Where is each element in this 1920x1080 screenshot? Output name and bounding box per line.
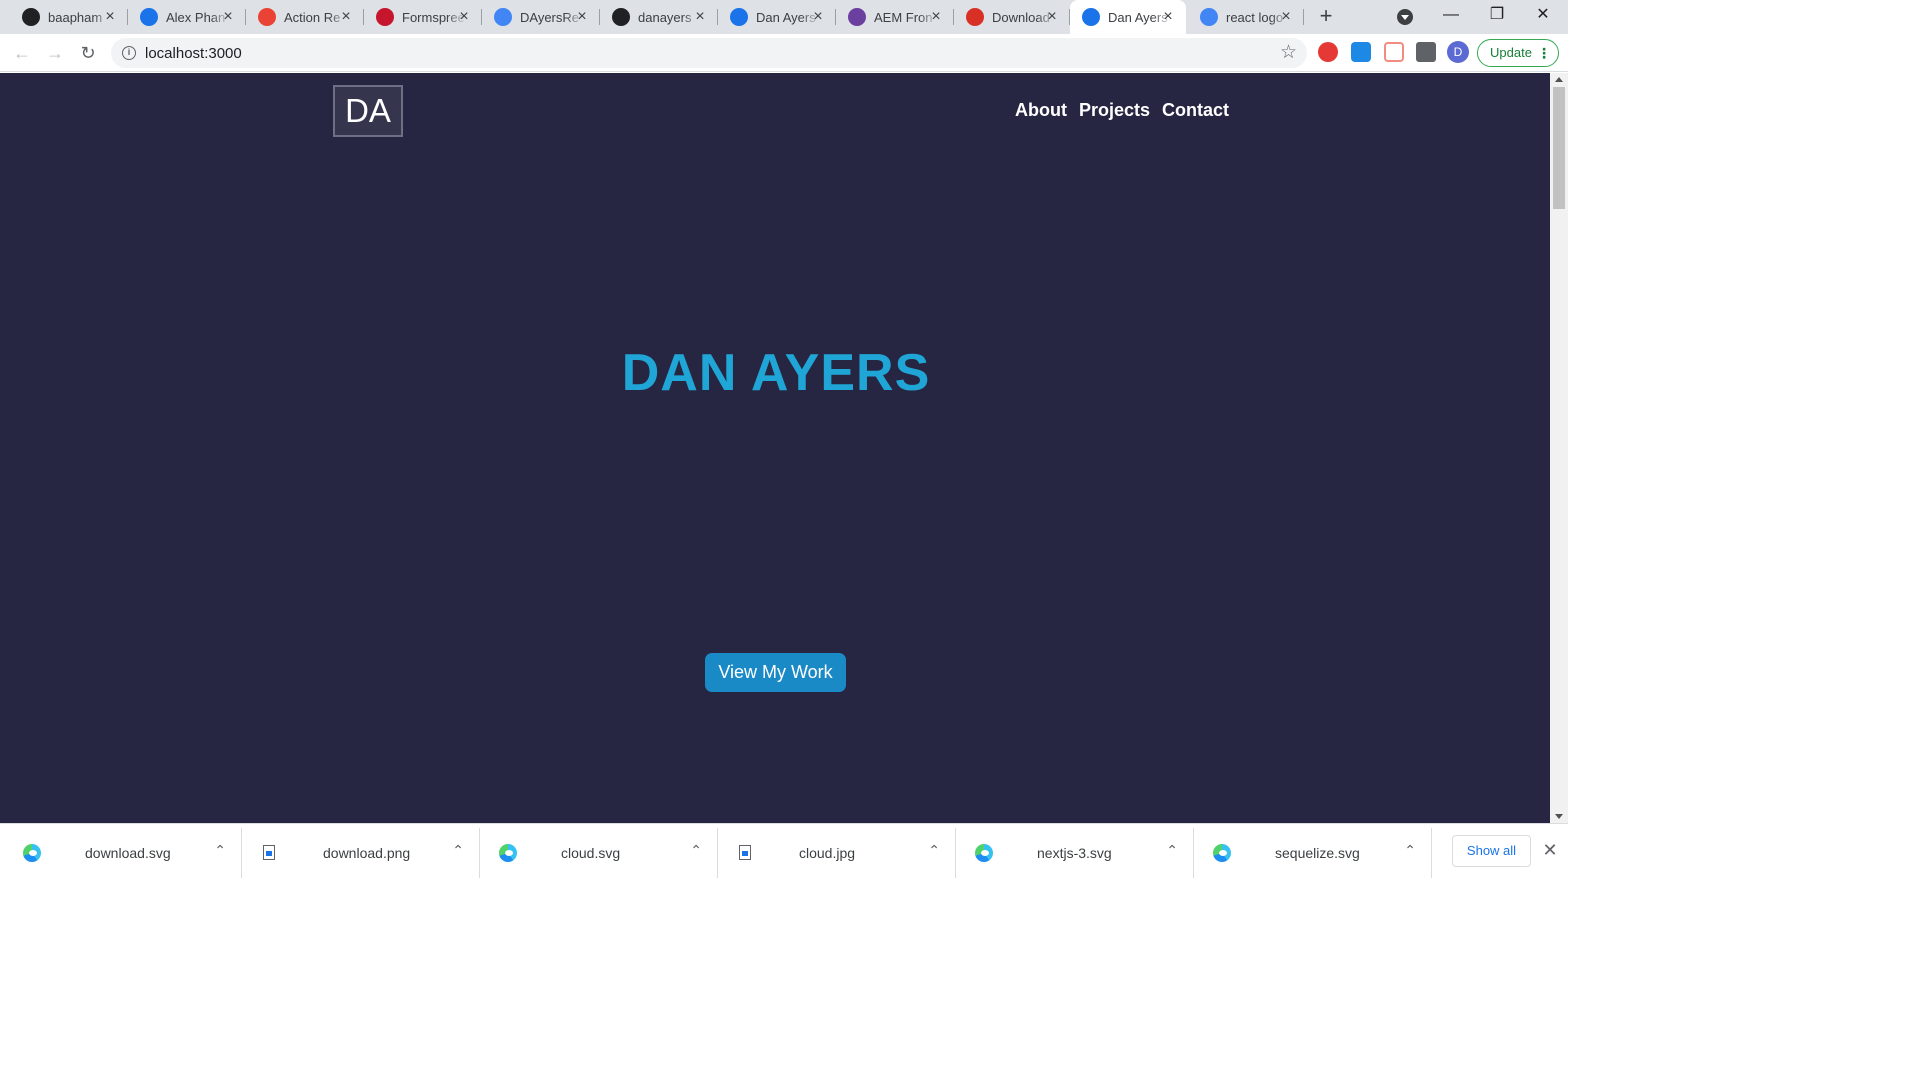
hero-title: DAN AYERS	[621, 344, 931, 402]
chevron-up-icon[interactable]: ⌃	[452, 842, 464, 859]
edge-icon	[975, 844, 993, 862]
back-button[interactable]: ←	[9, 40, 35, 66]
google-icon	[1200, 8, 1218, 26]
tab-close-icon[interactable]: ×	[1160, 9, 1176, 25]
browser-tab[interactable]: Dan Ayers ×	[718, 0, 836, 34]
react-app-icon	[730, 8, 748, 26]
extensions-puzzle-icon[interactable]	[1416, 42, 1436, 62]
edge-icon	[1213, 844, 1231, 862]
browser-tab[interactable]: Download ×	[954, 0, 1070, 34]
browser-tab[interactable]: DAyersRe ×	[482, 0, 600, 34]
react-app-icon	[140, 8, 158, 26]
menu-dots-icon[interactable]: ⋮	[1537, 40, 1551, 66]
tab-close-icon[interactable]: ×	[1278, 9, 1294, 25]
tab-close-icon[interactable]: ×	[1044, 9, 1060, 25]
tab-close-icon[interactable]: ×	[574, 9, 590, 25]
tab-strip: baapham × Alex Phan × Action Re × Formspree × DA…	[0, 0, 1568, 34]
profile-avatar[interactable]: D	[1447, 41, 1469, 63]
download-filename: cloud.svg	[561, 845, 621, 861]
restore-button[interactable]: ❐	[1474, 0, 1520, 32]
url-text[interactable]: localhost:3000	[145, 45, 242, 62]
browser-tab[interactable]: Alex Phan ×	[128, 0, 246, 34]
page-viewport: DA About Projects Contact DAN AYERS View…	[0, 73, 1550, 823]
formspree-icon	[376, 8, 394, 26]
site-nav: About Projects Contact	[1015, 100, 1229, 121]
download-item[interactable]: cloud.jpg ⌃	[718, 824, 956, 882]
tab-separator	[1303, 9, 1304, 25]
download-item[interactable]: download.png ⌃	[242, 824, 480, 882]
chevron-up-icon[interactable]: ⌃	[214, 842, 226, 859]
site-logo[interactable]: DA	[333, 85, 403, 137]
browser-tab[interactable]: danayers ×	[600, 0, 718, 34]
update-button[interactable]: Update ⋮	[1477, 39, 1559, 67]
download-filename: download.png	[323, 845, 411, 861]
browser-toolbar: ← → ↻ i localhost:3000 ☆ D Update ⋮	[0, 34, 1568, 72]
download-item[interactable]: cloud.svg ⌃	[480, 824, 718, 882]
bookmark-star-icon[interactable]: ☆	[1280, 41, 1297, 64]
s-extension-icon[interactable]	[1351, 42, 1371, 62]
download-filename: download.svg	[85, 845, 171, 861]
edge-icon	[23, 844, 41, 862]
chevron-up-icon[interactable]: ⌃	[690, 842, 702, 859]
minimize-button[interactable]: —	[1428, 0, 1474, 32]
show-all-downloads-button[interactable]: Show all	[1452, 835, 1531, 867]
react-app-icon	[1082, 8, 1100, 26]
gmail-icon	[258, 8, 276, 26]
scrollbar-thumb[interactable]	[1553, 87, 1565, 209]
page-scrollbar[interactable]	[1550, 73, 1568, 823]
browser-tab[interactable]: react logo ×	[1188, 0, 1304, 34]
stream-extension-icon[interactable]	[1384, 42, 1404, 62]
chevron-up-icon[interactable]: ⌃	[1166, 842, 1178, 859]
view-my-work-button[interactable]: View My Work	[705, 653, 846, 692]
tab-close-icon[interactable]: ×	[338, 9, 354, 25]
tab-close-icon[interactable]: ×	[692, 9, 708, 25]
tab-close-icon[interactable]: ×	[810, 9, 826, 25]
browser-tab[interactable]: Dan Ayers ×	[1070, 0, 1186, 34]
scroll-up-arrow[interactable]	[1555, 77, 1563, 82]
nav-projects[interactable]: Projects	[1079, 100, 1150, 121]
download-filename: cloud.jpg	[799, 845, 856, 861]
browser-tab[interactable]: Formspree ×	[364, 0, 482, 34]
forward-button[interactable]: →	[42, 40, 68, 66]
file-icon	[263, 845, 275, 860]
chevron-up-icon[interactable]: ⌃	[1404, 842, 1416, 859]
download-site-icon	[966, 8, 984, 26]
tab-close-icon[interactable]: ×	[220, 9, 236, 25]
chevron-up-icon[interactable]: ⌃	[928, 842, 940, 859]
address-bar[interactable]: i localhost:3000 ☆	[111, 38, 1307, 68]
browser-tab[interactable]: baapham ×	[10, 0, 128, 34]
download-filename: sequelize.svg	[1275, 845, 1360, 861]
file-icon	[739, 845, 751, 860]
tab-close-icon[interactable]: ×	[102, 9, 118, 25]
download-filename: nextjs-3.svg	[1037, 845, 1112, 861]
nav-about[interactable]: About	[1015, 100, 1067, 121]
scroll-down-arrow[interactable]	[1555, 814, 1563, 819]
site-info-icon[interactable]: i	[122, 46, 136, 60]
nav-contact[interactable]: Contact	[1162, 100, 1229, 121]
browser-tab[interactable]: AEM Fron ×	[836, 0, 954, 34]
close-shelf-icon[interactable]: ✕	[1540, 839, 1560, 861]
tab-search-icon[interactable]	[1397, 9, 1413, 25]
adblock-extension-icon[interactable]	[1318, 42, 1338, 62]
new-tab-button[interactable]: +	[1314, 5, 1338, 29]
download-shelf: download.svg ⌃ download.png ⌃ cloud.svg ⌃ clou…	[0, 823, 1568, 882]
github-icon	[22, 8, 40, 26]
close-window-button[interactable]: ✕	[1520, 0, 1566, 32]
google-docs-icon	[494, 8, 512, 26]
download-item[interactable]: nextjs-3.svg ⌃	[956, 824, 1194, 882]
github-icon	[612, 8, 630, 26]
download-separator	[1431, 828, 1432, 878]
reload-button[interactable]: ↻	[75, 40, 101, 66]
tab-close-icon[interactable]: ×	[456, 9, 472, 25]
star-icon	[848, 8, 866, 26]
browser-tab[interactable]: Action Re ×	[246, 0, 364, 34]
update-label: Update	[1490, 45, 1532, 60]
download-item[interactable]: download.svg ⌃	[4, 824, 242, 882]
tab-close-icon[interactable]: ×	[928, 9, 944, 25]
download-item[interactable]: sequelize.svg ⌃	[1194, 824, 1432, 882]
edge-icon	[499, 844, 517, 862]
